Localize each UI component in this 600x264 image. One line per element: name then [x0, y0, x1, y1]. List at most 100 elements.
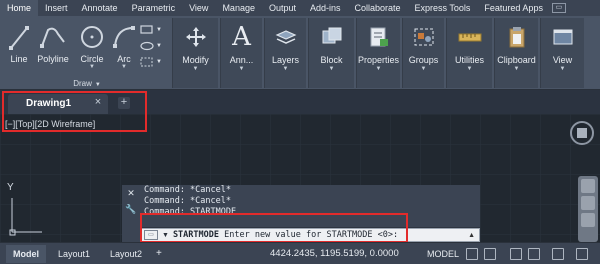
layers-label: Layers [271, 55, 299, 65]
grid-toggle-icon[interactable] [466, 248, 478, 260]
command-history-up-icon[interactable]: ▲ [468, 232, 475, 239]
circle-label: Circle [80, 54, 104, 64]
ortho-toggle-icon[interactable] [510, 248, 522, 260]
ribbon-minimize-icon[interactable]: ▭ [551, 3, 566, 13]
line-label: Line [10, 54, 28, 64]
line-tool[interactable]: Line [6, 22, 32, 64]
menu-tab-collaborate[interactable]: Collaborate [348, 0, 408, 16]
rectangle-dropdown-icon[interactable]: ▼ [156, 27, 162, 33]
draw-panel-footer[interactable]: Draw ▼ [4, 78, 170, 90]
draw-panel-expand-icon: ▼ [94, 82, 101, 88]
layout-tab-layout1[interactable]: Layout1 [58, 245, 90, 263]
coordinate-readout[interactable]: 4424.2435, 1195.5199, 0.0000 [270, 245, 399, 263]
polyline-tool[interactable]: Polyline [34, 22, 72, 64]
viewport-controls-label[interactable]: [−][Top][2D Wireframe] [5, 119, 95, 129]
annotation-button[interactable]: A Ann... ▼ [220, 18, 262, 88]
groups-dropdown-icon: ▼ [420, 66, 427, 72]
steering-wheel-icon[interactable] [581, 179, 595, 193]
command-history-line: Command: STARTMODE [144, 207, 237, 217]
modify-button[interactable]: Modify ▼ [172, 18, 218, 88]
utilities-label: Utilities [454, 55, 484, 65]
modify-label: Modify [182, 55, 209, 65]
polar-toggle-icon[interactable] [528, 248, 540, 260]
layers-dropdown-icon: ▼ [282, 66, 289, 72]
circle-dropdown-icon[interactable]: ▼ [89, 64, 95, 70]
annotation-dropdown-icon: ▼ [238, 66, 245, 72]
layout-tab-model[interactable]: Model [6, 245, 46, 263]
command-settings-icon[interactable]: 🔧 [125, 203, 137, 215]
command-dropdown-icon[interactable]: ▼ [162, 232, 169, 239]
utilities-dropdown-icon: ▼ [466, 66, 473, 72]
annotation-label: Ann... [229, 55, 254, 65]
command-options-icon[interactable]: ▭ [144, 230, 158, 240]
polyline-label: Polyline [37, 54, 69, 64]
measure-ruler-icon [458, 33, 481, 42]
close-tab-icon[interactable]: × [92, 96, 104, 108]
command-close-icon[interactable]: ✕ [125, 187, 137, 199]
menu-tab-express-tools[interactable]: Express Tools [408, 0, 478, 16]
rectangle-tool[interactable]: ▼ [140, 22, 166, 38]
menu-tab-view[interactable]: View [182, 0, 215, 16]
circle-tool[interactable]: Circle ▼ [76, 22, 108, 70]
add-layout-icon[interactable]: + [156, 245, 162, 263]
groups-icon [414, 28, 433, 46]
properties-dropdown-icon: ▼ [375, 66, 382, 72]
polyline-icon [40, 27, 65, 48]
ribbon: Line Polyline Circle ▼ Arc ▼ ▼ ▼ ▼ Draw … [0, 16, 600, 90]
document-tab-bar: Drawing1 × + [0, 90, 600, 114]
arc-tool[interactable]: Arc ▼ [110, 22, 138, 70]
rectangle-icon [140, 25, 153, 34]
view-label: View [552, 55, 573, 65]
menu-tab-add-ins[interactable]: Add-ins [303, 0, 348, 16]
menu-tab-parametric[interactable]: Parametric [125, 0, 183, 16]
block-label: Block [320, 55, 343, 65]
command-line-side-controls: ✕ 🔧 [122, 185, 140, 242]
zoom-icon[interactable] [581, 213, 595, 227]
layers-icon [275, 30, 296, 44]
document-tab-title: Drawing1 [26, 98, 72, 109]
hatch-tool[interactable]: ▼ [140, 54, 166, 70]
menu-tab-insert[interactable]: Insert [38, 0, 75, 16]
new-tab-icon[interactable]: + [118, 97, 130, 109]
command-history: Command: *Cancel* Command: *Cancel* Comm… [140, 185, 480, 228]
ellipse-tool[interactable]: ▼ [140, 38, 166, 54]
utilities-button[interactable]: Utilities ▼ [446, 18, 492, 88]
arc-label: Arc [117, 54, 131, 64]
properties-label: Properties [357, 55, 400, 65]
pan-icon[interactable] [581, 196, 595, 210]
menu-tab-featured-apps[interactable]: Featured Apps [477, 0, 550, 16]
view-button[interactable]: View ▼ [540, 18, 584, 88]
view-cube-icon[interactable] [567, 118, 597, 148]
clipboard-dropdown-icon: ▼ [513, 66, 520, 72]
layout-tab-layout2[interactable]: Layout2 [110, 245, 142, 263]
customize-icon[interactable] [576, 248, 588, 260]
clipboard-label: Clipboard [497, 55, 536, 65]
properties-button[interactable]: Properties ▼ [356, 18, 400, 88]
draw-panel: Line Polyline Circle ▼ Arc ▼ ▼ ▼ ▼ Draw … [2, 18, 168, 88]
hatch-dropdown-icon[interactable]: ▼ [156, 59, 162, 65]
snap-toggle-icon[interactable] [484, 248, 496, 260]
groups-label: Groups [408, 55, 439, 65]
clipboard-icon [509, 27, 524, 48]
hatch-icon [140, 57, 153, 67]
text-a-icon: A [232, 22, 251, 52]
menu-tab-output[interactable]: Output [262, 0, 303, 16]
block-icon [322, 27, 341, 44]
command-prompt-text: Enter new value for STARTMODE <0>: [224, 230, 399, 240]
command-input[interactable]: ▭ ▼ STARTMODE Enter new value for STARTM… [140, 228, 480, 242]
command-history-line: Command: *Cancel* [144, 196, 231, 206]
menu-tab-home[interactable]: Home [0, 0, 39, 16]
autocad-window: Home Insert Annotate Parametric View Man… [0, 0, 600, 264]
draw-small-tools: ▼ ▼ ▼ [140, 22, 166, 70]
groups-button[interactable]: Groups ▼ [402, 18, 444, 88]
layers-button[interactable]: Layers ▼ [264, 18, 306, 88]
menu-tab-manage[interactable]: Manage [215, 0, 262, 16]
menu-tab-annotate[interactable]: Annotate [75, 0, 125, 16]
ellipse-dropdown-icon[interactable]: ▼ [156, 43, 162, 49]
clipboard-button[interactable]: Clipboard ▼ [494, 18, 538, 88]
osnap-toggle-icon[interactable] [552, 248, 564, 260]
block-button[interactable]: Block ▼ [308, 18, 354, 88]
menu-bar: Home Insert Annotate Parametric View Man… [0, 0, 600, 16]
model-space-toggle[interactable]: MODEL [427, 245, 459, 263]
arc-dropdown-icon[interactable]: ▼ [121, 64, 127, 70]
